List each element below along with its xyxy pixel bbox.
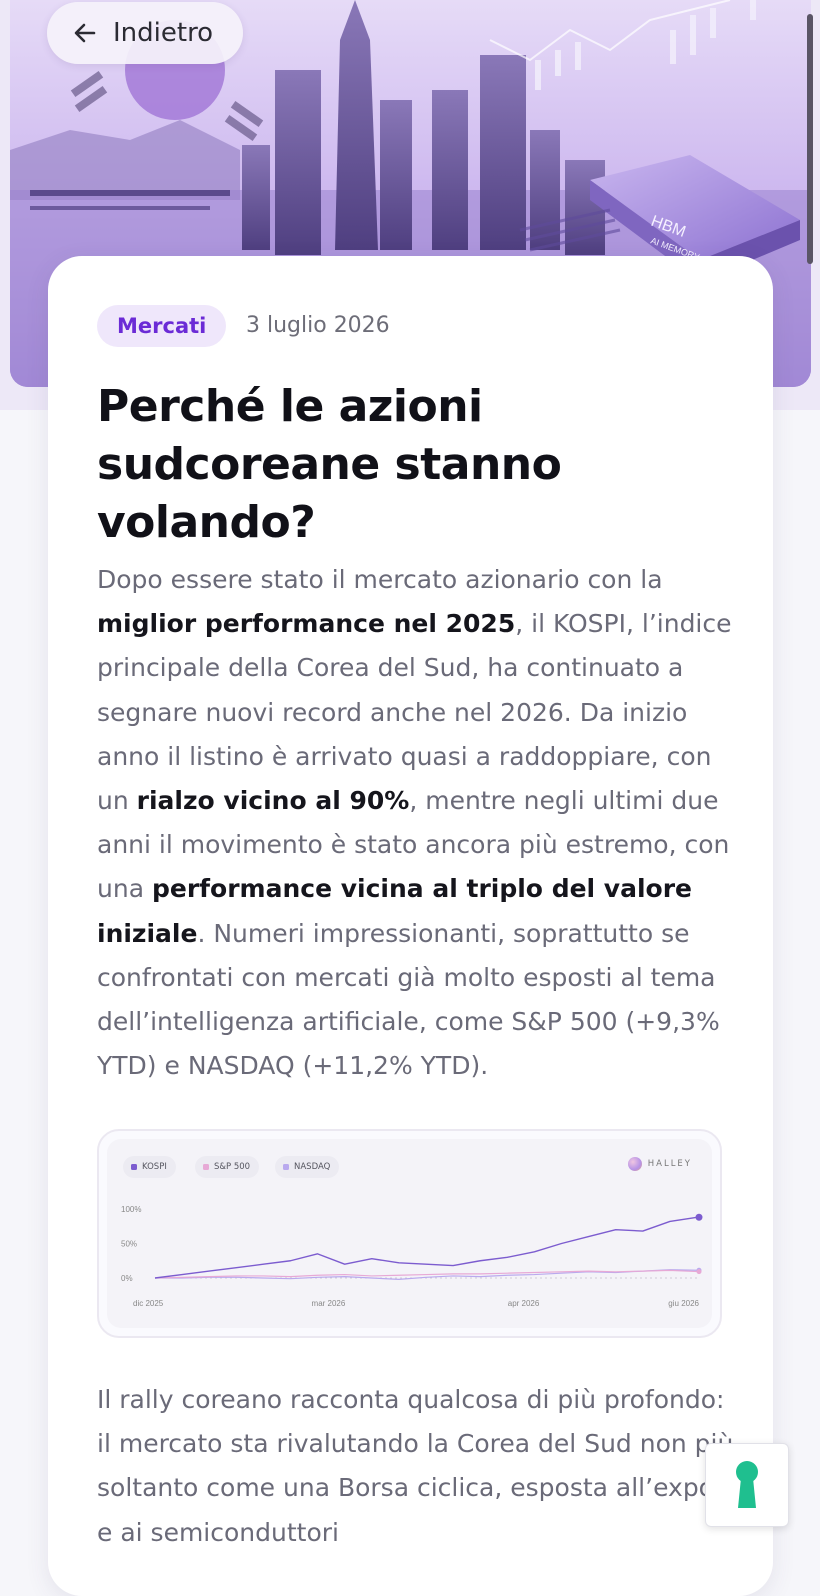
y-tick-label: 0% xyxy=(121,1274,133,1283)
x-tick-label: apr 2026 xyxy=(508,1299,540,1308)
y-tick-label: 100% xyxy=(121,1205,141,1214)
chart-plot: 100% 50% 0% dic 2025 mar 2026 apr 2026 giu 202… xyxy=(121,1205,703,1308)
article-paragraph-1: Dopo essere stato il mercato azionario c… xyxy=(97,558,737,1088)
article-card: Mercati 3 luglio 2026 Perché le azioni s… xyxy=(48,256,773,1596)
series-endpoint-kospi xyxy=(695,1213,703,1221)
highlight-text: miglior performance nel 2025 xyxy=(97,609,516,639)
back-button[interactable]: Indietro xyxy=(47,2,243,64)
keyhole-icon xyxy=(736,1461,758,1508)
x-tick-label: dic 2025 xyxy=(133,1299,164,1308)
article-date: 3 luglio 2026 xyxy=(246,313,390,338)
article-paragraph-2: Il rally coreano racconta qualcosa di pi… xyxy=(97,1385,735,1547)
support-button[interactable] xyxy=(705,1443,789,1527)
series-endpoint-sp500 xyxy=(696,1269,702,1275)
chart-area: KOSPI S&P 500 NASDAQ HALLEY 100% 50% 0% dic… xyxy=(107,1139,712,1328)
body-text: , il KOSPI, l’indice principale della Co… xyxy=(97,609,732,816)
performance-chart: KOSPI S&P 500 NASDAQ HALLEY 100% 50% 0% dic… xyxy=(97,1129,722,1338)
body-text: Dopo essere stato il mercato azionario c… xyxy=(97,565,663,594)
series-line-kospi xyxy=(154,1216,698,1279)
category-badge[interactable]: Mercati xyxy=(97,305,227,347)
back-button-label: Indietro xyxy=(113,18,214,48)
x-tick-label: giu 2026 xyxy=(668,1299,699,1308)
scrollbar[interactable] xyxy=(807,14,813,264)
highlight-text: rialzo vicino al 90% xyxy=(136,786,410,816)
x-tick-label: mar 2026 xyxy=(312,1299,346,1308)
y-tick-label: 50% xyxy=(121,1240,137,1249)
arrow-left-icon xyxy=(74,23,96,43)
article-title: Perché le azioni sudcoreane stanno volan… xyxy=(97,381,562,548)
